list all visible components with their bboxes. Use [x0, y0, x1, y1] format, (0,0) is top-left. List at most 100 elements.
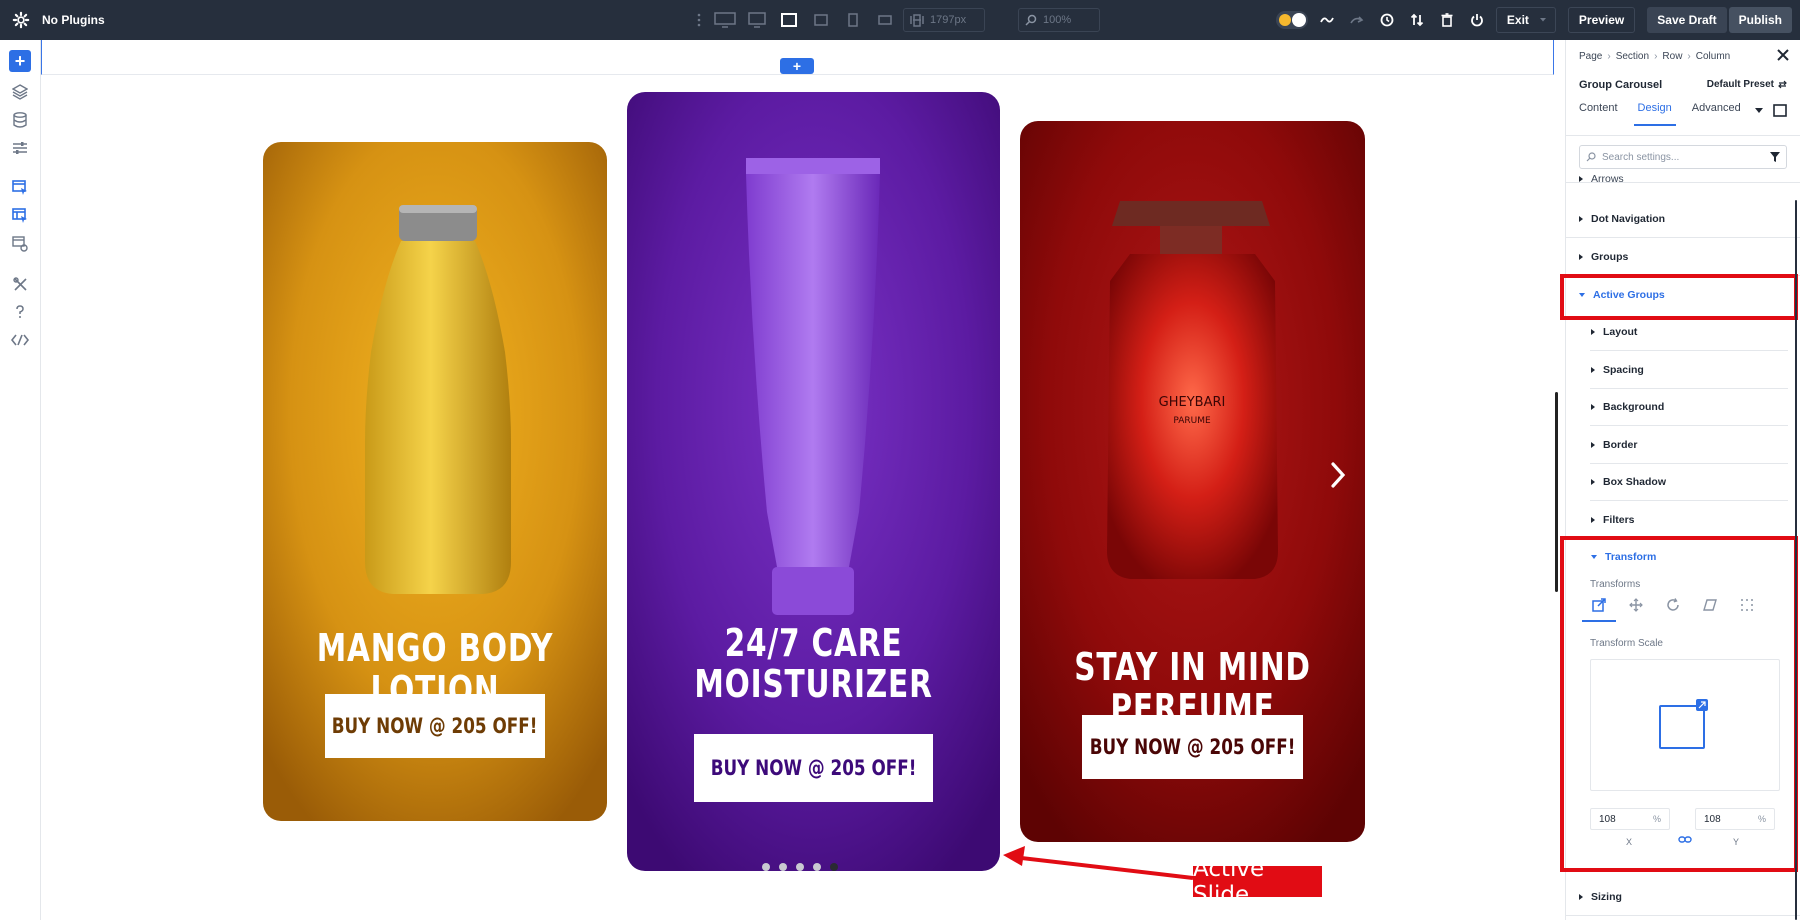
breadcrumb-section[interactable]: Section: [1616, 51, 1649, 62]
page-settings-icon[interactable]: [10, 234, 30, 254]
expand-square-icon[interactable]: [1773, 104, 1787, 117]
carousel-card-mango[interactable]: MANGO BODY LOTION BUY NOW @ 205 OFF!: [263, 142, 607, 821]
template-cursor-icon[interactable]: [10, 206, 30, 226]
code-icon[interactable]: [10, 330, 30, 350]
carousel-dot[interactable]: [762, 863, 770, 871]
buy-now-button[interactable]: BUY NOW @ 205 OFF!: [1082, 715, 1303, 779]
exit-label: Exit: [1506, 13, 1529, 27]
preset-arrows-icon: [1778, 80, 1787, 88]
layers-icon[interactable]: [10, 82, 30, 102]
buy-now-button[interactable]: BUY NOW @ 205 OFF!: [325, 694, 545, 758]
preset-selector[interactable]: Default Preset: [1707, 75, 1787, 93]
tablet-icon[interactable]: [842, 9, 864, 31]
subsection-background[interactable]: Background: [1591, 388, 1664, 425]
preset-label: Default Preset: [1706, 78, 1774, 90]
subsection-spacing[interactable]: Spacing: [1591, 351, 1644, 388]
breadcrumb-column[interactable]: Column: [1696, 51, 1730, 62]
carousel-card-moisturizer[interactable]: 24/7 CARE MOISTURIZER BUY NOW @ 205 OFF!: [627, 92, 1000, 871]
filter-icon[interactable]: [1770, 152, 1780, 162]
subsection-filters[interactable]: Filters: [1591, 501, 1635, 538]
caret-right-icon: [1579, 176, 1583, 182]
panel-scrollbar[interactable]: [1795, 200, 1797, 920]
buy-now-button[interactable]: BUY NOW @ 205 OFF!: [694, 734, 933, 802]
tab-content[interactable]: Content: [1579, 94, 1618, 126]
theme-toggle[interactable]: [1275, 11, 1308, 29]
caret-right-icon: [1591, 328, 1595, 335]
section-arrows[interactable]: Arrows: [1579, 174, 1624, 184]
subsection-box-shadow[interactable]: Box Shadow: [1591, 463, 1666, 500]
breadcrumb-separator: ›: [1654, 51, 1658, 62]
sun-icon: [1278, 14, 1291, 26]
save-draft-button[interactable]: Save Draft: [1647, 7, 1727, 33]
subsection-border[interactable]: Border: [1591, 426, 1637, 463]
buy-now-label: BUY NOW @ 205 OFF!: [710, 756, 917, 780]
caret-right-icon: [1591, 403, 1595, 410]
desktop-icon[interactable]: [746, 9, 768, 31]
page-cursor-icon[interactable]: [10, 178, 30, 198]
laptop-icon-active[interactable]: [778, 9, 800, 31]
preview-button[interactable]: Preview: [1567, 7, 1636, 33]
close-icon[interactable]: [1776, 48, 1790, 62]
settings-panel: Page › Section › Row › Column Group Carouse…: [1560, 40, 1800, 920]
power-icon[interactable]: [1466, 9, 1488, 31]
database-icon[interactable]: [10, 110, 30, 130]
publish-button[interactable]: Publish: [1728, 7, 1792, 33]
redo-icon[interactable]: [1346, 9, 1368, 31]
undo-history-icon[interactable]: [1316, 9, 1338, 31]
section-sizing[interactable]: Sizing: [1579, 878, 1622, 915]
carousel-dot[interactable]: [830, 863, 838, 871]
chevron-down-icon[interactable]: [1539, 17, 1547, 23]
carousel-dot[interactable]: [796, 863, 804, 871]
active-slide-annotation: Active Slide: [1193, 856, 1322, 908]
highlight-transform: [1560, 536, 1798, 872]
phone-landscape-icon[interactable]: [874, 9, 896, 31]
breadcrumb-page[interactable]: Page: [1579, 51, 1602, 62]
section-arrows-label: Arrows: [1591, 174, 1624, 184]
site-title: No Plugins: [42, 13, 105, 27]
zoom-icon: [1025, 14, 1037, 26]
canvas-width-field[interactable]: 1797px: [903, 8, 985, 32]
carousel-dot[interactable]: [813, 863, 821, 871]
tabs-divider: [1566, 135, 1800, 136]
tab-design[interactable]: Design: [1633, 94, 1676, 126]
zoom-field[interactable]: 100%: [1018, 8, 1100, 32]
section-groups[interactable]: Groups: [1579, 238, 1628, 275]
section-dot-navigation[interactable]: Dot Navigation: [1579, 200, 1665, 237]
subsection-layout[interactable]: Layout: [1591, 313, 1637, 350]
add-module-button[interactable]: +: [9, 50, 31, 72]
add-section-button[interactable]: +: [780, 58, 814, 74]
left-sidebar: +: [0, 40, 41, 920]
settings-search-input[interactable]: Search settings...: [1579, 145, 1787, 169]
trash-icon[interactable]: [1436, 9, 1458, 31]
tablet-landscape-icon[interactable]: [810, 9, 832, 31]
tools-icon[interactable]: [10, 274, 30, 294]
section-label: Groups: [1591, 250, 1629, 263]
tab-tools: [1755, 104, 1787, 117]
history-clock-icon[interactable]: [1376, 9, 1398, 31]
carousel-dot[interactable]: [779, 863, 787, 871]
sort-arrows-icon[interactable]: [1406, 9, 1428, 31]
tab-advanced[interactable]: Advanced: [1692, 94, 1741, 126]
canvas-scrollbar[interactable]: [1555, 392, 1558, 592]
exit-button[interactable]: Exit: [1495, 7, 1556, 33]
sliders-icon[interactable]: [10, 138, 30, 158]
desktop-wide-icon[interactable]: [714, 9, 736, 31]
carousel-card-perfume[interactable]: GHEYBARI PARUME STAY IN MIND PERFUME BUY…: [1020, 121, 1365, 842]
help-icon[interactable]: [10, 302, 30, 322]
buy-now-label: BUY NOW @ 205 OFF!: [332, 714, 538, 738]
search-placeholder: Search settings...: [1602, 151, 1680, 163]
buy-now-label: BUY NOW @ 205 OFF!: [1089, 735, 1296, 759]
caret-right-icon: [1591, 516, 1595, 523]
section-label: Sizing: [1591, 890, 1622, 903]
breadcrumb-row[interactable]: Row: [1662, 51, 1682, 62]
caret-down-icon[interactable]: [1755, 107, 1763, 114]
next-arrow-icon[interactable]: [1327, 460, 1349, 490]
caret-right-icon: [1591, 441, 1595, 448]
breadcrumb-separator: ›: [1607, 51, 1611, 62]
subsection-label: Spacing: [1603, 363, 1644, 376]
caret-right-icon: [1579, 253, 1583, 260]
settings-gear-icon[interactable]: [12, 11, 30, 29]
more-vertical-icon[interactable]: [694, 9, 704, 31]
card-title-line-2: MOISTURIZER: [694, 662, 933, 706]
subsection-label: Filters: [1603, 513, 1635, 526]
